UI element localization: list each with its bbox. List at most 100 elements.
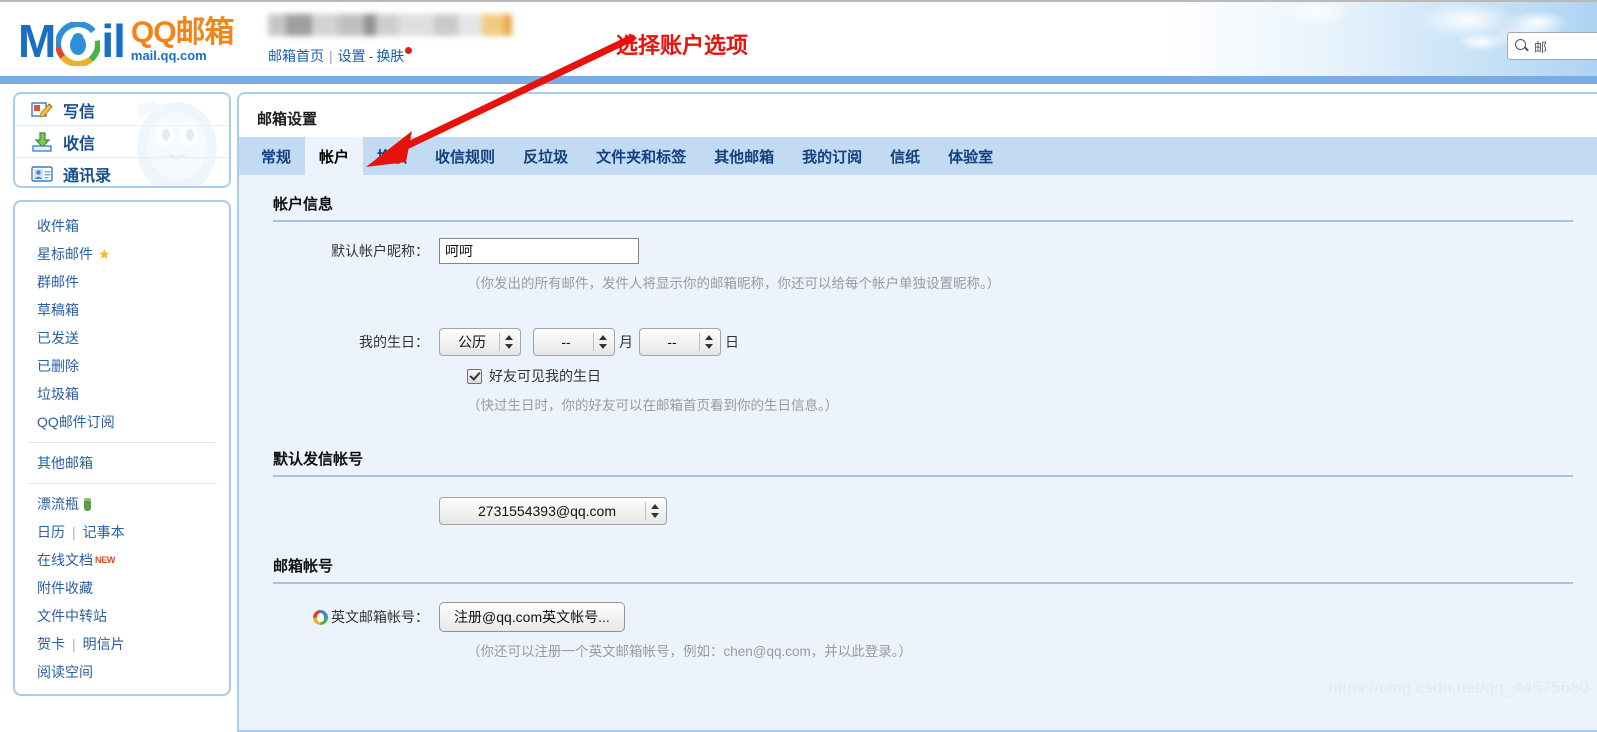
settings-tabs: 常规 帐户 换肤 收信规则 反垃圾 文件夹和标签 其他邮箱 我的订阅 信纸 体验… [239, 137, 1597, 175]
inbox-download-icon [31, 131, 53, 152]
inline-separator: | [72, 636, 76, 652]
birthday-visibility-checkbox-row[interactable]: 好友可见我的生日 [467, 366, 1597, 386]
contacts-icon [31, 164, 53, 184]
sidebar-item-online-docs[interactable]: 在线文档 NEW [15, 546, 229, 574]
logo-domain: mail.qq.com [130, 48, 207, 63]
settings-panel: 邮箱设置 常规 帐户 换肤 收信规则 反垃圾 文件夹和标签 其他邮箱 我的订阅 … [237, 92, 1597, 732]
qqmail-logo[interactable]: M il QQ邮箱 mail.qq.com [18, 12, 235, 67]
month-unit-label: 月 [619, 334, 633, 350]
sidebar-item-label-secondary[interactable]: 记事本 [83, 522, 125, 542]
sidebar-item-inbox[interactable]: 收件箱 [15, 212, 229, 240]
compose-icon [31, 100, 53, 120]
sidebar-item-label: 收件箱 [37, 218, 79, 234]
day-unit-label: 日 [725, 334, 739, 350]
sidebar-item-greeting-postcard[interactable]: 贺卡 | 明信片 [15, 630, 229, 658]
inline-separator: | [72, 524, 76, 540]
sidebar-divider [29, 442, 215, 443]
row-default-sender: 2731554393@qq.com [239, 497, 1597, 525]
english-account-label: 英文邮箱帐号： [331, 609, 429, 625]
logo-penguin-mark [55, 20, 102, 67]
sidebar-item-receive[interactable]: 收信 [15, 126, 229, 158]
birthday-visibility-label: 好友可见我的生日 [489, 368, 601, 384]
tab-general[interactable]: 常规 [247, 137, 305, 175]
tab-my-subscriptions[interactable]: 我的订阅 [788, 137, 876, 175]
csdn-watermark: https://blog.csdn.net/qq_44575680 [1328, 678, 1589, 697]
link-mail-home[interactable]: 邮箱首页 [268, 48, 324, 64]
sidebar-item-label-secondary[interactable]: 明信片 [83, 634, 125, 654]
sidebar-item-label: 在线文档 [37, 552, 93, 568]
search-icon [1514, 38, 1530, 54]
sidebar-item-sent[interactable]: 已发送 [15, 324, 229, 352]
logo-letter-m: M [18, 15, 56, 67]
new-feature-dot-icon [405, 47, 413, 54]
select-value: 公历 [458, 334, 486, 350]
logo-qqmail-cn: QQ邮箱 [130, 16, 235, 49]
sidebar: 写信 收信 通讯录 收件箱 星标邮件 ★ 群邮件 草稿箱 已发送 已删除 垃圾箱… [13, 92, 231, 696]
sidebar-item-label: 贺卡 [37, 636, 65, 652]
select-divider [645, 502, 646, 520]
tab-anti-spam[interactable]: 反垃圾 [509, 137, 582, 175]
logo-letters-il: il [101, 15, 126, 67]
tab-folders-labels[interactable]: 文件夹和标签 [582, 137, 700, 175]
tab-label: 信纸 [890, 148, 921, 166]
nickname-hint: （你发出的所有邮件，发件人将显示你的邮箱昵称，你还可以给每个帐户单独设置昵称。） [467, 276, 1001, 291]
select-divider [593, 333, 594, 351]
birthday-day-select[interactable]: -- [639, 328, 721, 356]
link-settings[interactable]: 设置 [338, 48, 366, 64]
default-sender-select[interactable]: 2731554393@qq.com [439, 497, 667, 525]
tab-label: 我的订阅 [802, 148, 863, 166]
tab-label: 体验室 [948, 148, 994, 166]
sidebar-item-deleted[interactable]: 已删除 [15, 352, 229, 380]
section-heading-default-sender: 默认发信帐号 [273, 448, 1573, 477]
sidebar-item-label: 星标邮件 [37, 246, 93, 262]
sidebar-folder-list: 收件箱 星标邮件 ★ 群邮件 草稿箱 已发送 已删除 垃圾箱 QQ邮件订阅 其他… [13, 200, 231, 696]
birthday-calendar-select[interactable]: 公历 [439, 328, 521, 356]
nickname-label: 默认帐户昵称： [331, 243, 429, 259]
sidebar-item-compose[interactable]: 写信 [15, 94, 229, 126]
sidebar-item-attachment-favorites[interactable]: 附件收藏 [15, 574, 229, 602]
tab-letter-paper[interactable]: 信纸 [876, 137, 934, 175]
sidebar-item-file-transfer[interactable]: 文件中转站 [15, 602, 229, 630]
tab-label: 帐户 [319, 148, 350, 166]
sidebar-item-reading-space[interactable]: 阅读空间 [15, 658, 229, 686]
stepper-arrows-icon [505, 335, 514, 349]
sidebar-item-starred[interactable]: 星标邮件 ★ [15, 240, 229, 268]
header-nav-links: 邮箱首页 | 设置 - 换肤 [268, 46, 413, 66]
tab-skin[interactable]: 换肤 [363, 137, 421, 175]
search-input[interactable]: 邮 [1507, 32, 1597, 60]
tab-label: 反垃圾 [523, 148, 569, 166]
sidebar-item-label: 漂流瓶 [37, 496, 79, 512]
select-value: -- [667, 334, 677, 350]
header-account-banner [268, 10, 512, 36]
sidebar-item-drift-bottle[interactable]: 漂流瓶 [15, 490, 229, 518]
register-english-account-button[interactable]: 注册@qq.com英文帐号... [439, 602, 625, 632]
sidebar-item-drafts[interactable]: 草稿箱 [15, 296, 229, 324]
select-value: 2731554393@qq.com [478, 503, 616, 519]
sidebar-item-calendar-notes[interactable]: 日历 | 记事本 [15, 518, 229, 546]
link-change-skin[interactable]: 换肤 [376, 48, 404, 64]
section-heading-mail-account: 邮箱帐号 [273, 555, 1573, 584]
birthday-visibility-checkbox[interactable] [467, 368, 482, 384]
sidebar-item-label: 附件收藏 [37, 580, 93, 596]
english-account-label-wrap: 英文邮箱帐号： [239, 607, 439, 627]
sidebar-item-label: 通讯录 [63, 168, 112, 185]
tab-other-mailbox[interactable]: 其他邮箱 [700, 137, 788, 175]
sidebar-item-contacts[interactable]: 通讯录 [15, 158, 229, 186]
tab-label: 常规 [261, 148, 292, 166]
tab-receive-rules[interactable]: 收信规则 [421, 137, 509, 175]
sidebar-item-label: 收信 [63, 135, 96, 153]
birthday-month-select[interactable]: -- [533, 328, 615, 356]
tab-account[interactable]: 帐户 [305, 137, 364, 175]
nav-separator: | [329, 48, 333, 64]
tab-lab[interactable]: 体验室 [934, 137, 1007, 175]
sidebar-item-other-mailbox[interactable]: 其他邮箱 [15, 449, 229, 477]
sidebar-item-label: 写信 [63, 103, 96, 121]
nickname-input[interactable] [439, 238, 639, 264]
sidebar-item-label: QQ邮件订阅 [37, 414, 115, 430]
sidebar-item-group-mail[interactable]: 群邮件 [15, 268, 229, 296]
row-english-account: 英文邮箱帐号： 注册@qq.com英文帐号... [239, 602, 1597, 632]
stepper-arrows-icon [599, 335, 608, 349]
sidebar-item-qq-subscription[interactable]: QQ邮件订阅 [15, 408, 229, 436]
annotation-text: 选择账户选项 [616, 33, 749, 58]
sidebar-item-trash[interactable]: 垃圾箱 [15, 380, 229, 408]
